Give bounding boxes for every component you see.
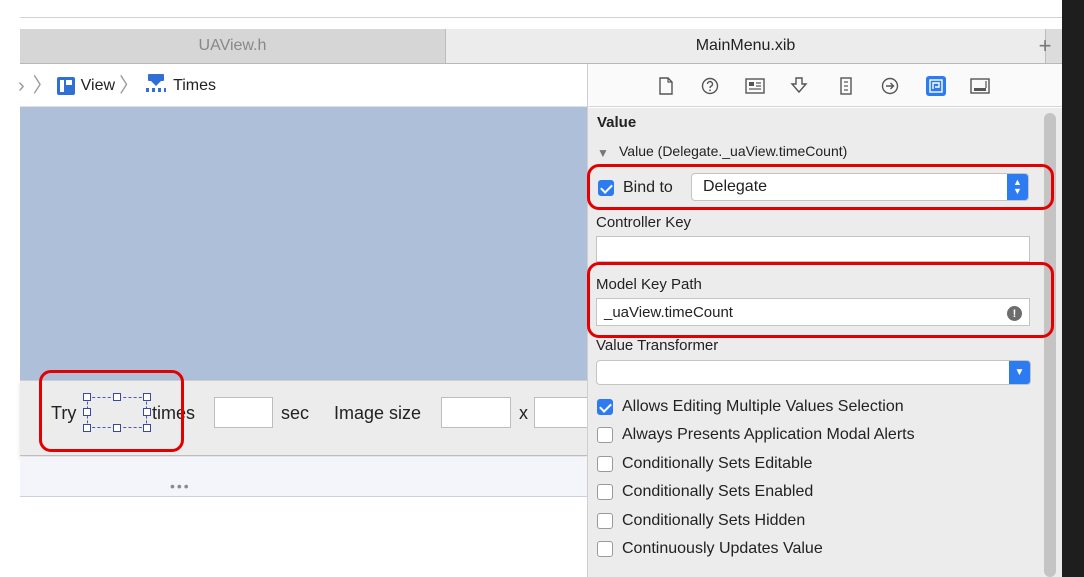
option-label: Conditionally Sets Hidden bbox=[622, 512, 806, 529]
interface-canvas[interactable] bbox=[20, 107, 587, 380]
add-tab-button[interactable]: + bbox=[1028, 29, 1062, 63]
image-height-field[interactable] bbox=[534, 397, 587, 428]
view-icon bbox=[56, 76, 75, 95]
option-label: Allows Editing Multiple Values Selection bbox=[622, 398, 904, 415]
highlight-frame-model-key-path bbox=[587, 262, 1054, 338]
option-conditionally-sets-editable[interactable]: Conditionally Sets Editable bbox=[597, 454, 812, 474]
breadcrumb-item-label: Times bbox=[173, 76, 217, 94]
checkbox[interactable] bbox=[597, 484, 613, 500]
checkbox[interactable] bbox=[597, 456, 613, 472]
x-label: x bbox=[519, 403, 528, 423]
highlight-frame-bind-to bbox=[587, 164, 1054, 210]
breadcrumb: › 〉 View 〉 Times bbox=[18, 65, 587, 107]
tab-label: UAView.h bbox=[198, 37, 267, 54]
option-label: Always Presents Application Modal Alerts bbox=[622, 426, 915, 443]
controller-key-field[interactable] bbox=[596, 236, 1030, 262]
checkbox[interactable] bbox=[597, 541, 613, 557]
value-transformer-combo[interactable]: ▼ bbox=[596, 360, 1031, 385]
value-transformer-label: Value Transformer bbox=[596, 337, 719, 354]
breadcrumb-item-view[interactable]: View bbox=[56, 76, 116, 95]
editor-tab-bar: UAView.h MainMenu.xib + bbox=[20, 29, 1062, 64]
disclosure-triangle-icon[interactable]: ▼ bbox=[597, 146, 609, 160]
binding-target-icon bbox=[145, 73, 167, 98]
plus-icon: + bbox=[1038, 33, 1052, 58]
checkbox[interactable] bbox=[597, 513, 613, 529]
view-effects-icon[interactable] bbox=[970, 76, 990, 96]
option-label: Conditionally Sets Enabled bbox=[622, 483, 814, 500]
attributes-icon[interactable] bbox=[789, 76, 809, 96]
breadcrumb-separator: 〉 bbox=[32, 74, 53, 97]
option-continuously-updates-value[interactable]: Continuously Updates Value bbox=[597, 539, 823, 559]
connections-icon[interactable] bbox=[880, 76, 900, 96]
sec-text-field[interactable] bbox=[214, 397, 273, 428]
canvas-background-strip bbox=[20, 457, 587, 497]
section-title: Value bbox=[597, 114, 637, 131]
top-divider bbox=[20, 17, 1062, 18]
file-icon[interactable] bbox=[656, 76, 676, 96]
option-conditionally-sets-enabled[interactable]: Conditionally Sets Enabled bbox=[597, 482, 813, 502]
option-conditionally-sets-hidden[interactable]: Conditionally Sets Hidden bbox=[597, 511, 805, 531]
breadcrumb-separator: 〉 bbox=[119, 74, 140, 97]
image-width-field[interactable] bbox=[441, 397, 511, 428]
tab-label: MainMenu.xib bbox=[695, 37, 796, 54]
option-allows-editing-multiple[interactable]: Allows Editing Multiple Values Selection bbox=[597, 397, 904, 417]
help-icon[interactable] bbox=[700, 76, 720, 96]
sec-label: sec bbox=[281, 403, 310, 423]
binding-summary-label[interactable]: Value (Delegate._uaView.timeCount) bbox=[619, 143, 847, 159]
option-label: Conditionally Sets Editable bbox=[622, 455, 813, 472]
bindings-icon[interactable] bbox=[926, 76, 946, 96]
controller-key-label: Controller Key bbox=[596, 214, 692, 231]
checkbox[interactable] bbox=[597, 427, 613, 443]
window-edge bbox=[1062, 0, 1084, 577]
identity-icon[interactable] bbox=[745, 76, 765, 96]
option-always-presents-alerts[interactable]: Always Presents Application Modal Alerts bbox=[597, 425, 915, 445]
breadcrumb-item-label: View bbox=[80, 76, 116, 94]
more-dots[interactable]: ••• bbox=[170, 478, 191, 494]
tab-mainmenu-xib[interactable]: MainMenu.xib bbox=[446, 29, 1046, 63]
tab-uaview-h[interactable]: UAView.h bbox=[20, 29, 446, 63]
size-icon[interactable] bbox=[836, 76, 856, 96]
highlight-frame-selected-field bbox=[39, 370, 184, 452]
breadcrumb-separator: › bbox=[18, 74, 25, 97]
image-size-label: Image size bbox=[334, 403, 422, 423]
breadcrumb-item-times[interactable]: Times bbox=[143, 73, 216, 98]
option-label: Continuously Updates Value bbox=[622, 540, 823, 557]
chevron-down-icon: ▼ bbox=[1009, 361, 1030, 384]
checkbox[interactable] bbox=[597, 399, 613, 415]
